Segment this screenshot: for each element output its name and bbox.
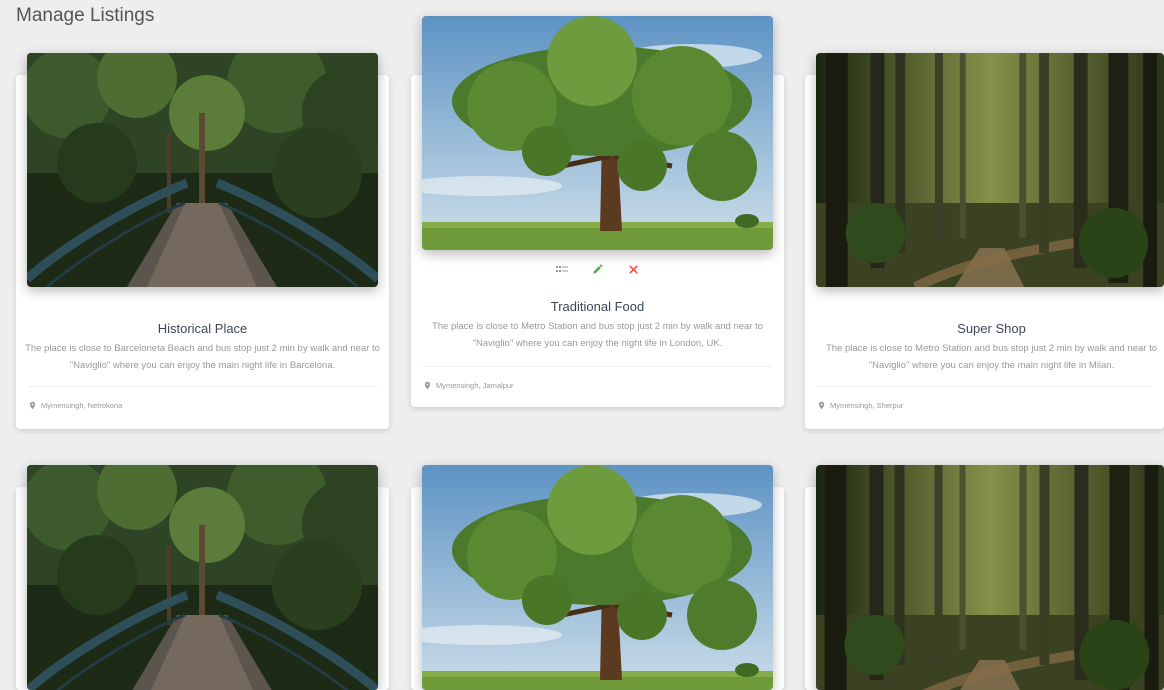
card-title[interactable]: Super Shop: [805, 321, 1164, 336]
edit-button[interactable]: [591, 262, 605, 276]
close-icon: [629, 264, 638, 274]
edit-icon: [593, 264, 602, 274]
view-icon: [555, 266, 568, 272]
listing-image[interactable]: [27, 53, 378, 287]
location-pin-icon: [424, 381, 431, 390]
location-pin-icon: [818, 401, 825, 410]
remove-button[interactable]: [627, 262, 641, 276]
card-footer: Mymensingh, Sherpur: [817, 386, 1152, 411]
listing-card[interactable]: [805, 487, 1164, 690]
card-location: Mymensingh, Sherpur: [830, 401, 904, 410]
listing-image[interactable]: [422, 16, 773, 250]
card-footer: Mymensingh, Jamalpur: [423, 366, 772, 391]
listing-card[interactable]: [411, 487, 784, 690]
page-title: Manage Listings: [16, 5, 155, 26]
card-location: Mymensingh, Jamalpur: [436, 381, 514, 390]
card-description: The place is close to Barceloneta Beach …: [25, 343, 380, 371]
card-body: Traditional Food The place is close to M…: [411, 299, 784, 352]
card-body: Historical Place The place is close to B…: [16, 321, 389, 374]
card-description: The place is close to Metro Station and …: [431, 321, 764, 349]
card-description: The place is close to Metro Station and …: [825, 343, 1158, 371]
card-location: Mymensingh, Netrokona: [41, 401, 123, 410]
card-body: Super Shop The place is close to Metro S…: [805, 321, 1164, 374]
card-actions: [411, 262, 784, 276]
location-pin-icon: [29, 401, 36, 410]
listing-image[interactable]: [422, 465, 773, 690]
view-button[interactable]: [555, 262, 569, 276]
listing-card[interactable]: [16, 487, 389, 690]
listing-image[interactable]: [27, 465, 378, 690]
listing-image[interactable]: [816, 465, 1164, 690]
listing-card[interactable]: Super Shop The place is close to Metro S…: [805, 75, 1164, 429]
listing-card[interactable]: Traditional Food The place is close to M…: [411, 75, 784, 407]
card-title[interactable]: Traditional Food: [411, 299, 784, 314]
card-footer: Mymensingh, Netrokona: [28, 386, 377, 411]
card-title[interactable]: Historical Place: [16, 321, 389, 336]
listing-image[interactable]: [816, 53, 1164, 287]
listing-card[interactable]: Historical Place The place is close to B…: [16, 75, 389, 429]
